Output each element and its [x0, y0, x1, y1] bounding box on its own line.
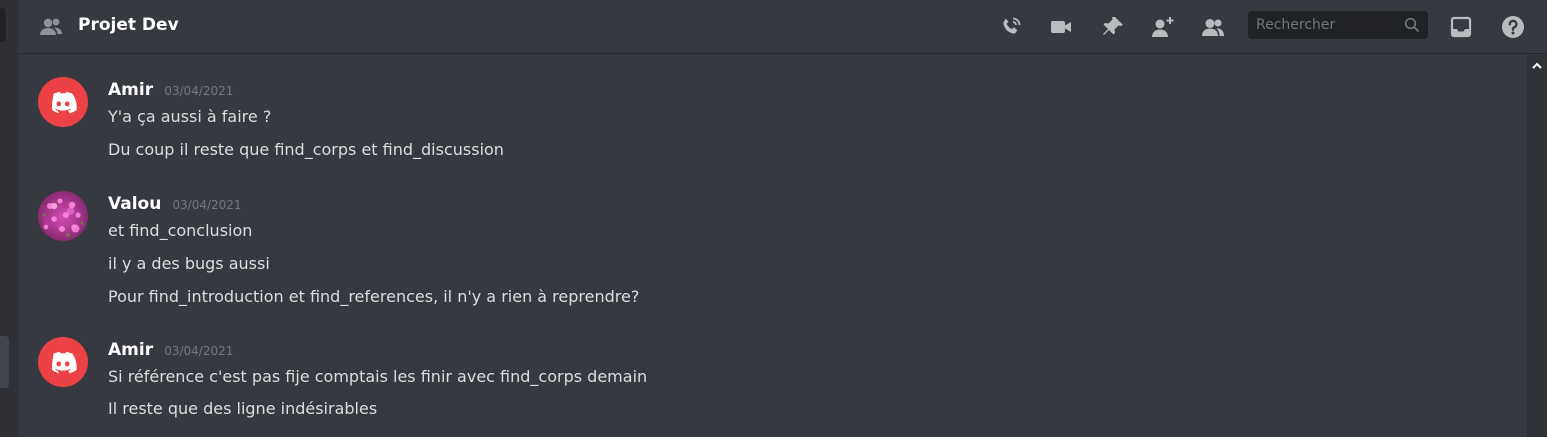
- phone-call-icon: [1003, 17, 1021, 34]
- avatar[interactable]: [38, 77, 88, 127]
- message-author[interactable]: Amir: [108, 80, 153, 100]
- avatar[interactable]: [38, 337, 88, 387]
- message-line: il y a des bugs aussi: [108, 254, 270, 273]
- channel-title: Projet Dev: [78, 15, 179, 35]
- add-friends-to-dm-button[interactable]: [1148, 12, 1178, 42]
- scrollbar[interactable]: [1527, 55, 1547, 437]
- message-line: Du coup il reste que find_corps et find_…: [108, 140, 504, 159]
- avatar[interactable]: [38, 191, 88, 241]
- server-sidebar-edge: [0, 0, 18, 437]
- inbox-icon: [1450, 16, 1472, 38]
- message-timestamp: 03/04/2021: [172, 198, 242, 212]
- message-timestamp: 03/04/2021: [164, 344, 234, 358]
- group-dm-icon: [40, 18, 62, 35]
- start-video-call-button[interactable]: [1046, 12, 1076, 42]
- pin-icon: [1103, 17, 1123, 35]
- add-member-icon: [1152, 17, 1174, 37]
- message-author[interactable]: Amir: [108, 340, 153, 360]
- message-line: Pour find_introduction et find_reference…: [108, 287, 640, 306]
- members-icon: [1202, 19, 1224, 36]
- message-line: et find_conclusion: [108, 221, 253, 240]
- scroll-up-arrow-icon[interactable]: [1530, 60, 1544, 72]
- help-icon: [1502, 16, 1524, 38]
- message-author[interactable]: Valou: [108, 194, 161, 214]
- pinned-messages-button[interactable]: [1098, 12, 1128, 42]
- start-voice-call-button[interactable]: [996, 12, 1026, 42]
- video-icon: [1051, 21, 1071, 33]
- message-line: Y'a ça aussi à faire ?: [108, 107, 272, 126]
- search-bar[interactable]: [1248, 11, 1428, 39]
- search-input[interactable]: [1248, 11, 1414, 39]
- flower-photo-icon: [42, 198, 84, 237]
- discord-logo-icon: [52, 351, 77, 373]
- message-list: Amir 03/04/2021 Y'a ça aussi à faire ? D…: [18, 55, 1526, 437]
- member-list-button[interactable]: [1198, 12, 1228, 42]
- message-line: Si référence c'est pas fije comptais les…: [108, 367, 648, 386]
- discord-logo-icon: [52, 91, 77, 113]
- sidebar-chip: [0, 8, 6, 42]
- inbox-button[interactable]: [1446, 12, 1476, 42]
- channel-header: Projet Dev: [18, 0, 1547, 54]
- message-timestamp: 03/04/2021: [164, 84, 234, 98]
- search-icon: [1404, 17, 1420, 33]
- sidebar-chip: [0, 336, 9, 388]
- help-button[interactable]: [1498, 12, 1528, 42]
- message-line: Il reste que des ligne indésirables: [108, 399, 378, 418]
